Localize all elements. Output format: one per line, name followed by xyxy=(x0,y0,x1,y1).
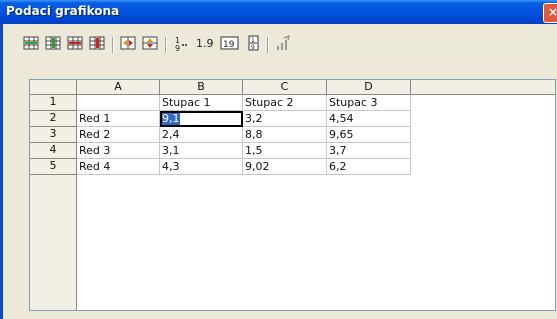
close-icon[interactable]: × xyxy=(543,3,557,23)
number-format-icon[interactable]: 19 xyxy=(244,34,264,54)
window-title: Podaci grafikona xyxy=(6,4,120,18)
number-format-label[interactable]: 1.9 xyxy=(196,34,214,54)
table-cell[interactable]: Red 2 xyxy=(77,127,160,143)
row-header-4[interactable]: 4 xyxy=(30,143,77,159)
table-cell[interactable]: Stupac 2 xyxy=(243,95,327,111)
delete-column-icon[interactable] xyxy=(88,34,108,54)
transfer-icon[interactable] xyxy=(274,34,294,54)
toolbar-separator xyxy=(267,37,269,53)
swap-columns-icon[interactable] xyxy=(119,34,139,54)
toolbar-separator xyxy=(165,37,167,53)
row-header-5[interactable]: 5 xyxy=(30,159,77,175)
insert-row-icon[interactable] xyxy=(22,34,42,54)
table-cell[interactable]: 8,8 xyxy=(243,127,327,143)
row-header-3[interactable]: 3 xyxy=(30,127,77,143)
table-cell[interactable]: 3,7 xyxy=(327,143,411,159)
svg-text:19: 19 xyxy=(223,40,235,50)
table-cell[interactable]: 4,54 xyxy=(327,111,411,127)
column-header-b[interactable]: B xyxy=(160,80,243,95)
table-cell[interactable]: Red 4 xyxy=(77,159,160,175)
selected-cell-text: 9,1 xyxy=(162,112,180,125)
title-bar: Podaci grafikona × xyxy=(0,0,557,24)
table-cell[interactable]: 1,5 xyxy=(243,143,327,159)
table-cell[interactable] xyxy=(77,95,160,111)
table-cell[interactable]: Red 1 xyxy=(77,111,160,127)
table-cell[interactable]: 4,3 xyxy=(160,159,243,175)
table-cell[interactable]: 3,1 xyxy=(160,143,243,159)
column-header-empty xyxy=(411,80,555,95)
column-header-a[interactable]: A xyxy=(77,80,160,95)
swap-rows-icon[interactable] xyxy=(141,34,161,54)
table-cell[interactable]: Stupac 3 xyxy=(327,95,411,111)
table-cell[interactable]: 6,2 xyxy=(327,159,411,175)
svg-text:9: 9 xyxy=(251,44,255,51)
row-header-2[interactable]: 2 xyxy=(30,111,77,127)
toolbar-separator xyxy=(112,37,114,53)
table-corner xyxy=(30,80,77,95)
window-frame xyxy=(0,24,3,319)
row-header-1[interactable]: 1 xyxy=(30,95,77,111)
svg-text:9: 9 xyxy=(175,44,180,52)
column-header-c[interactable]: C xyxy=(243,80,327,95)
table-cell[interactable]: Red 3 xyxy=(77,143,160,159)
table-cell[interactable]: Stupac 1 xyxy=(160,95,243,111)
number-format-icon[interactable]: 19 xyxy=(172,34,192,54)
delete-row-icon[interactable] xyxy=(66,34,86,54)
insert-column-icon[interactable] xyxy=(44,34,64,54)
number-format-icon[interactable]: 19 xyxy=(220,34,240,54)
selected-cell[interactable]: 9,1 xyxy=(160,111,243,127)
column-header-d[interactable]: D xyxy=(327,80,411,95)
table-cell[interactable]: 2,4 xyxy=(160,127,243,143)
table-cell[interactable]: 3,2 xyxy=(243,111,327,127)
table-cell[interactable]: 9,65 xyxy=(327,127,411,143)
table-cell[interactable]: 9,02 xyxy=(243,159,327,175)
data-table[interactable]: A B C D 1 Stupac 1 Stupac 2 Stupac 3 2 R… xyxy=(29,79,556,311)
